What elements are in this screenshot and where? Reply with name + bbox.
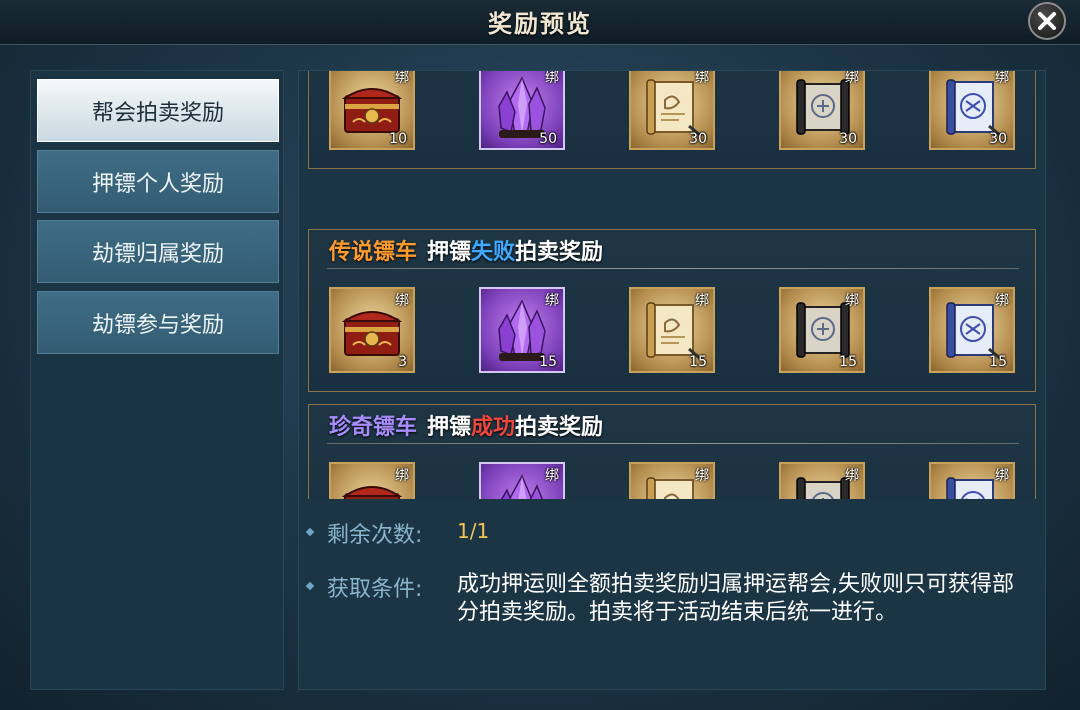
- reward-item[interactable]: 绑: [329, 462, 415, 499]
- bind-label: 绑: [845, 293, 859, 309]
- remaining-label: 剩余次数:: [327, 523, 423, 548]
- bind-label: 绑: [845, 71, 859, 86]
- item-count: 15: [689, 354, 707, 370]
- condition-text: 成功押运则全额拍卖奖励归属押运帮会,失败则只可获得部分拍卖奖励。拍卖将于活动结束…: [457, 572, 1014, 625]
- sidebar-item-label: 劫镖参与奖励: [91, 312, 224, 338]
- bind-label: 绑: [545, 71, 559, 86]
- sidebar-item-label: 帮会拍卖奖励: [91, 100, 224, 126]
- bullet-icon: [305, 581, 315, 591]
- item-count: 15: [989, 354, 1007, 370]
- reward-item[interactable]: 绑: [629, 462, 715, 499]
- bind-label: 绑: [695, 468, 709, 484]
- reward-item[interactable]: 绑 15: [779, 287, 865, 373]
- section-title-part: 押镖: [427, 415, 472, 440]
- section-title-part: 拍卖奖励: [515, 240, 604, 265]
- reward-item[interactable]: 绑 30: [629, 71, 715, 150]
- bind-label: 绑: [995, 468, 1009, 484]
- reward-item[interactable]: 绑 50: [479, 71, 565, 150]
- item-count: 30: [839, 131, 857, 147]
- close-button[interactable]: [1028, 2, 1066, 40]
- remaining-value: 1/1: [457, 519, 490, 543]
- sidebar-item-escort-personal[interactable]: 押镖个人奖励: [37, 150, 279, 213]
- title-bar: 奖励预览: [0, 0, 1080, 45]
- bind-label: 绑: [995, 71, 1009, 86]
- bind-label: 绑: [695, 293, 709, 309]
- main-panel: 传说镖车押镖成功拍卖奖励绑10绑50绑30绑30绑30传说镖车押镖失败拍卖奖励绑…: [298, 70, 1046, 690]
- section-divider: [327, 443, 1019, 444]
- bind-label: 绑: [395, 293, 409, 309]
- reward-item[interactable]: 绑 10: [329, 71, 415, 150]
- reward-section: 传说镖车 押镖失败拍卖奖励绑 3 绑 15 绑 15 绑 15 绑 15: [308, 229, 1036, 392]
- item-count: 15: [539, 354, 557, 370]
- reward-section: 传说镖车押镖成功拍卖奖励绑10绑50绑30绑30绑30: [308, 71, 1036, 169]
- section-title-part: 押镖: [427, 240, 472, 265]
- section-title: 传说镖车 押镖失败拍卖奖励: [329, 234, 603, 266]
- item-count: 30: [689, 131, 707, 147]
- bind-label: 绑: [545, 468, 559, 484]
- item-count: 3: [398, 354, 407, 370]
- sidebar-item-robbery-participation[interactable]: 劫镖参与奖励: [37, 291, 279, 354]
- section-title-part: 失败: [471, 240, 516, 265]
- reward-item[interactable]: 绑 30: [779, 71, 865, 150]
- reward-item[interactable]: 绑: [929, 462, 1015, 499]
- reward-item[interactable]: 绑: [779, 462, 865, 499]
- item-count: 30: [989, 131, 1007, 147]
- bind-label: 绑: [395, 468, 409, 484]
- section-divider: [327, 268, 1019, 269]
- reward-item[interactable]: 绑 15: [479, 287, 565, 373]
- sidebar-item-robbery-ownership[interactable]: 劫镖归属奖励: [37, 220, 279, 283]
- item-count: 10: [389, 131, 407, 147]
- bind-label: 绑: [995, 293, 1009, 309]
- item-count: 15: [839, 354, 857, 370]
- sidebar-item-label: 劫镖归属奖励: [91, 241, 224, 267]
- reward-list[interactable]: 传说镖车押镖成功拍卖奖励绑10绑50绑30绑30绑30传说镖车押镖失败拍卖奖励绑…: [299, 71, 1045, 499]
- item-count: 50: [539, 131, 557, 147]
- bind-label: 绑: [545, 293, 559, 309]
- section-title-part: 珍奇镖车: [329, 415, 418, 440]
- reward-item[interactable]: 绑: [479, 462, 565, 499]
- condition-label: 获取条件:: [327, 577, 423, 602]
- bind-label: 绑: [845, 468, 859, 484]
- sidebar-item-label: 押镖个人奖励: [91, 171, 224, 197]
- bullet-icon: [305, 527, 315, 537]
- reward-item[interactable]: 绑3: [329, 287, 415, 373]
- section-title-part: 成功: [471, 415, 516, 440]
- bind-label: 绑: [695, 71, 709, 86]
- section-title-part: 传说镖车: [329, 240, 418, 265]
- reward-item[interactable]: 绑 15: [929, 287, 1015, 373]
- bind-label: 绑: [395, 71, 409, 86]
- reward-item[interactable]: 绑 15: [629, 287, 715, 373]
- reward-section: 珍奇镖车 押镖成功拍卖奖励绑 绑 绑 绑 绑: [308, 404, 1036, 499]
- sidebar-item-guild-auction[interactable]: 帮会拍卖奖励: [37, 79, 279, 142]
- section-title: 珍奇镖车 押镖成功拍卖奖励: [329, 409, 603, 441]
- reward-item[interactable]: 绑 30: [929, 71, 1015, 150]
- window-title: 奖励预览: [488, 10, 592, 38]
- sidebar: 帮会拍卖奖励 押镖个人奖励 劫镖归属奖励 劫镖参与奖励: [30, 70, 284, 690]
- section-title-part: 拍卖奖励: [515, 415, 604, 440]
- close-icon: [1038, 12, 1056, 30]
